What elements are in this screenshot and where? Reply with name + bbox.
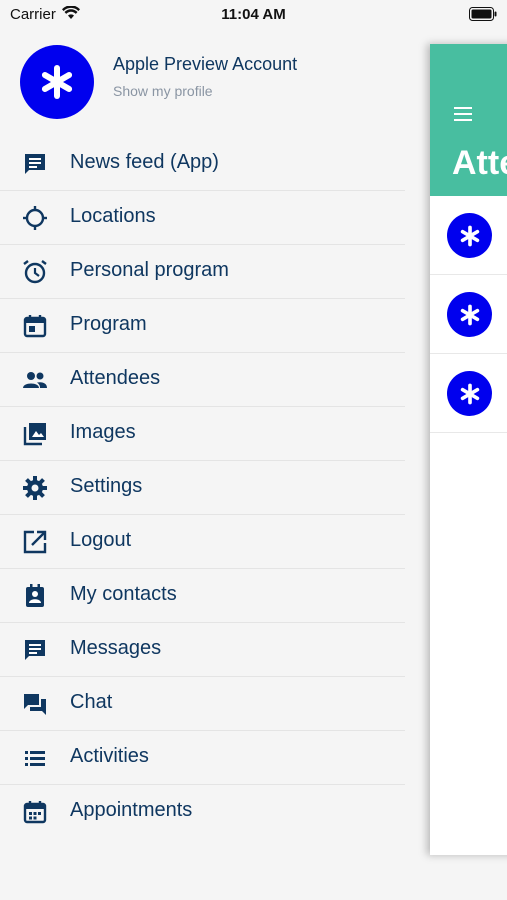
menu-item-label: Appointments [70,799,193,821]
battery-icon [469,7,497,26]
menu-item-label: Messages [70,637,162,659]
page-title: Atte [452,144,507,182]
show-profile-link[interactable]: Show my profile [113,83,213,99]
clock: 11:04 AM [221,6,286,23]
menu-item-news-feed[interactable]: News feed (App) [0,137,405,191]
profile-name: Apple Preview Account [113,54,298,74]
list-item[interactable] [430,196,507,275]
menu-item-label: Chat [70,691,113,713]
list-item[interactable] [430,354,507,433]
asterisk-icon [460,383,479,404]
calendar-icon [22,313,48,339]
menu-item-settings[interactable]: Settings [0,461,405,515]
menu-item-label: Activities [70,745,149,767]
avatar [447,292,492,337]
main-panel[interactable]: Atte [430,44,507,855]
avatar [447,371,492,416]
menu-item-appointments[interactable]: Appointments [0,785,405,838]
asterisk-icon [460,304,479,325]
menu-item-attendees[interactable]: Attendees [0,353,405,407]
list-item[interactable] [430,275,507,354]
menu-item-locations[interactable]: Locations [0,191,405,245]
news-feed-icon [22,151,48,177]
side-menu: News feed (App) Locations Personal progr… [0,137,405,838]
asterisk-icon [460,225,479,246]
menu-item-label: Logout [70,529,132,551]
menu-item-label: Locations [70,205,156,227]
avatar [20,45,94,119]
hamburger-menu-icon[interactable] [454,107,472,121]
menu-item-messages[interactable]: Messages [0,623,405,677]
avatar [447,213,492,258]
menu-item-my-contacts[interactable]: My contacts [0,569,405,623]
menu-item-label: Images [70,421,136,443]
menu-item-logout[interactable]: Logout [0,515,405,569]
panel-header: Atte [430,44,507,196]
profile-header[interactable]: Apple Preview Account Show my profile [20,45,400,119]
menu-item-label: Program [70,313,147,335]
list-icon [22,745,48,771]
menu-item-label: Attendees [70,367,161,389]
menu-item-label: Settings [70,475,143,497]
menu-item-activities[interactable]: Activities [0,731,405,785]
menu-item-personal-program[interactable]: Personal program [0,245,405,299]
gear-icon [22,475,48,501]
menu-item-images[interactable]: Images [0,407,405,461]
menu-item-program[interactable]: Program [0,299,405,353]
appointments-icon [22,799,48,825]
logout-icon [22,529,48,555]
menu-item-label: News feed (App) [70,151,219,173]
menu-item-chat[interactable]: Chat [0,677,405,731]
menu-item-label: My contacts [70,583,177,605]
asterisk-icon [41,65,73,99]
locations-icon [22,205,48,231]
messages-icon [22,637,48,663]
contacts-icon [22,583,48,609]
status-bar: Carrier 11:04 AM [0,0,507,28]
chat-icon [22,691,48,717]
menu-item-label: Personal program [70,259,229,281]
alarm-clock-icon [22,259,48,285]
people-icon [22,367,48,393]
images-icon [22,421,48,447]
